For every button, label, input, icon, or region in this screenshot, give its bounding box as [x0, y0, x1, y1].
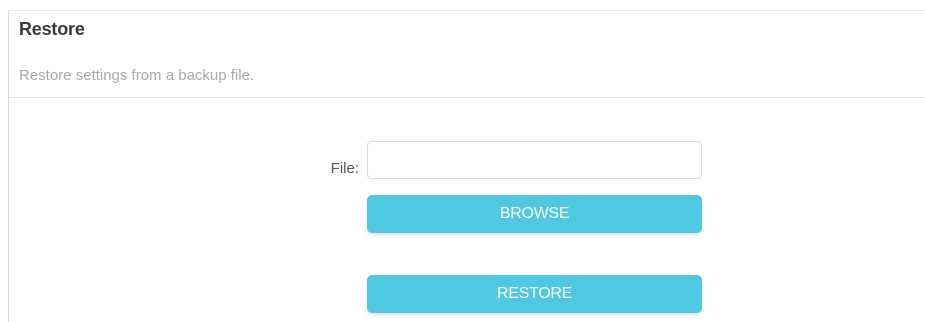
restore-panel: Restore Restore settings from a backup f… [8, 10, 925, 322]
file-input[interactable] [367, 141, 702, 179]
browse-button[interactable]: BROWSE [367, 195, 702, 233]
section-divider [9, 97, 925, 98]
section-title: Restore [19, 19, 85, 39]
restore-button[interactable]: RESTORE [367, 275, 702, 313]
section-description: Restore settings from a backup file. [19, 67, 255, 84]
file-label: File: [330, 160, 359, 177]
